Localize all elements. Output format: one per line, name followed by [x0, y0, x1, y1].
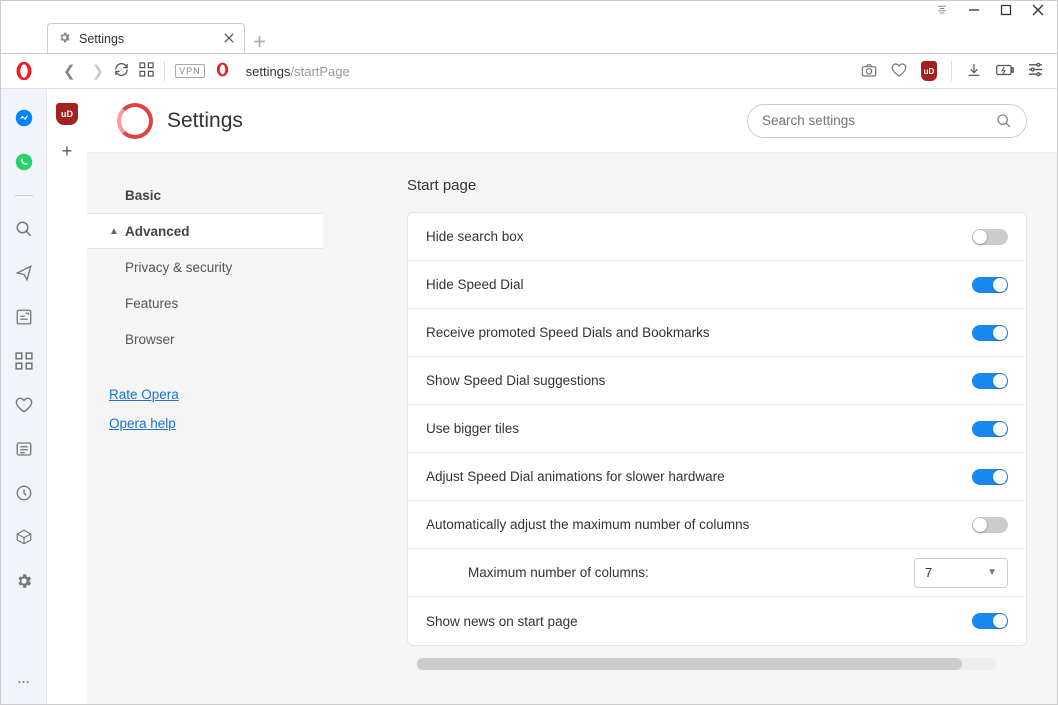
setting-row: Maximum number of columns:7▼: [408, 549, 1026, 597]
setting-row: Hide search box: [408, 213, 1026, 261]
settings-nav: Basic ▲Advanced Privacy & security Featu…: [87, 153, 323, 704]
messenger-icon[interactable]: [13, 107, 35, 129]
extension-rail: uD +: [47, 89, 87, 704]
close-button[interactable]: [1031, 3, 1045, 17]
settings-section: Start page Hide search box Hide Speed Dia…: [323, 153, 1057, 704]
reload-button[interactable]: [114, 62, 129, 80]
speed-dial-icon[interactable]: [139, 62, 154, 80]
nav-browser[interactable]: Browser: [87, 321, 323, 357]
page-title: Settings: [167, 109, 243, 133]
toggle[interactable]: [972, 421, 1008, 437]
setting-row: Show Speed Dial suggestions: [408, 357, 1026, 405]
toggle[interactable]: [972, 325, 1008, 341]
easy-setup-icon[interactable]: [1028, 62, 1043, 80]
chevron-down-icon: ▼: [987, 567, 997, 578]
section-title: Start page: [407, 177, 1027, 194]
setting-row: Hide Speed Dial: [408, 261, 1026, 309]
news-icon[interactable]: [13, 438, 35, 460]
url-path: /startPage: [290, 64, 349, 79]
setting-row: Use bigger tiles: [408, 405, 1026, 453]
forward-button[interactable]: ❯: [92, 62, 105, 80]
toggle[interactable]: [972, 469, 1008, 485]
scrollbar-thumb[interactable]: [417, 658, 962, 670]
search-settings-input[interactable]: [762, 113, 996, 128]
nav-basic[interactable]: Basic: [87, 177, 323, 213]
gear-icon: [58, 31, 71, 47]
setting-row: Receive promoted Speed Dials and Bookmar…: [408, 309, 1026, 357]
send-icon[interactable]: [13, 262, 35, 284]
menu-stack-icon[interactable]: [935, 3, 949, 17]
toggle[interactable]: [972, 373, 1008, 389]
horizontal-scrollbar[interactable]: [417, 658, 997, 670]
setting-label: Maximum number of columns:: [468, 565, 914, 580]
vpn-badge[interactable]: VPN: [175, 64, 205, 78]
tab-close-icon[interactable]: [224, 31, 234, 46]
more-icon[interactable]: …: [17, 671, 30, 686]
battery-saver-icon[interactable]: [996, 63, 1014, 80]
minimize-button[interactable]: [967, 3, 981, 17]
search-icon[interactable]: [13, 218, 35, 240]
columns-select[interactable]: 7▼: [914, 558, 1008, 588]
caret-up-icon: ▲: [109, 226, 123, 237]
ublock-sidebar-icon[interactable]: uD: [56, 103, 78, 125]
setting-label: Adjust Speed Dial animations for slower …: [426, 469, 972, 484]
maximize-button[interactable]: [999, 3, 1013, 17]
personal-news-icon[interactable]: [13, 306, 35, 328]
add-extension-button[interactable]: +: [62, 141, 73, 162]
bookmarks-icon[interactable]: [13, 394, 35, 416]
link-opera-help[interactable]: Opera help: [109, 416, 323, 431]
setting-row: Automatically adjust the maximum number …: [408, 501, 1026, 549]
nav-advanced[interactable]: ▲Advanced: [87, 213, 323, 249]
toggle[interactable]: [972, 229, 1008, 245]
setting-label: Hide Speed Dial: [426, 277, 972, 292]
search-icon: [996, 113, 1012, 129]
ublock-toolbar-icon[interactable]: uD: [921, 61, 937, 81]
setting-row: Show news on start page: [408, 597, 1026, 645]
nav-features[interactable]: Features: [87, 285, 323, 321]
tab-title: Settings: [79, 32, 216, 46]
speed-dial-rail-icon[interactable]: [13, 350, 35, 372]
url-base: settings: [246, 64, 291, 79]
download-icon[interactable]: [966, 62, 982, 81]
nav-privacy-security[interactable]: Privacy & security: [87, 249, 323, 285]
settings-page: Settings Basic ▲Advanced Privacy & secur…: [87, 89, 1057, 704]
tab-settings[interactable]: Settings: [47, 23, 245, 53]
opera-menu-button[interactable]: [9, 61, 39, 81]
divider: [951, 61, 952, 81]
sidebar-rail: …: [1, 89, 47, 704]
setting-label: Automatically adjust the maximum number …: [426, 517, 972, 532]
whatsapp-icon[interactable]: [13, 151, 35, 173]
back-button[interactable]: ❮: [63, 62, 76, 80]
site-opera-icon: [215, 62, 230, 80]
toggle[interactable]: [972, 613, 1008, 629]
link-rate-opera[interactable]: Rate Opera: [109, 387, 323, 402]
address-bar[interactable]: settings/startPage: [240, 64, 851, 79]
setting-label: Receive promoted Speed Dials and Bookmar…: [426, 325, 972, 340]
search-settings[interactable]: [747, 104, 1027, 138]
window-controls: [1, 1, 1057, 19]
tab-strip: Settings: [1, 19, 1057, 53]
extensions-icon[interactable]: [13, 526, 35, 548]
snapshot-icon[interactable]: [861, 62, 877, 81]
toggle[interactable]: [972, 517, 1008, 533]
rail-divider: [15, 195, 33, 196]
divider: [164, 61, 165, 81]
toggle[interactable]: [972, 277, 1008, 293]
heart-icon[interactable]: [891, 62, 907, 81]
setting-label: Hide search box: [426, 229, 972, 244]
setting-label: Show Speed Dial suggestions: [426, 373, 972, 388]
new-tab-button[interactable]: [253, 35, 266, 53]
setting-row: Adjust Speed Dial animations for slower …: [408, 453, 1026, 501]
toolbar: ❮ ❯ VPN settings/startPage uD: [1, 53, 1057, 89]
setting-label: Use bigger tiles: [426, 421, 972, 436]
history-icon[interactable]: [13, 482, 35, 504]
setting-label: Show news on start page: [426, 614, 972, 629]
opera-logo-icon: [117, 103, 153, 139]
settings-rail-icon[interactable]: [13, 570, 35, 592]
